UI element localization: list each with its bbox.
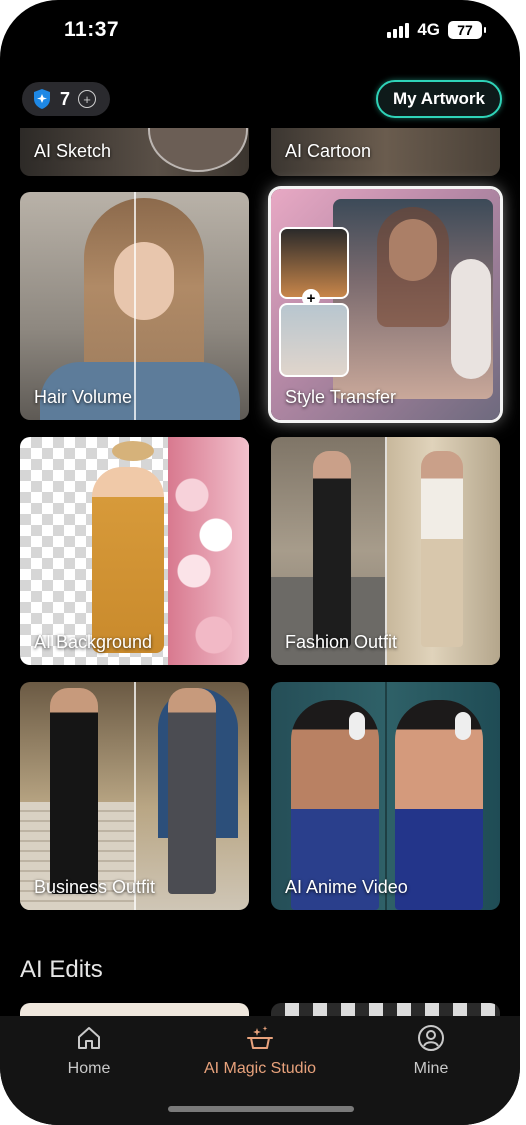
card-label: Business Outfit (34, 877, 156, 897)
section-title-ai-edits: AI Edits (20, 956, 103, 983)
credits-pill[interactable]: 7 + (22, 82, 110, 116)
credit-count: 7 (60, 88, 71, 109)
network-type: 4G (417, 20, 440, 39)
shield-icon (34, 89, 50, 109)
add-credits-icon[interactable]: + (78, 90, 97, 108)
tab-mine[interactable]: Mine (361, 1024, 501, 1078)
compare-divider (134, 682, 136, 910)
tab-mine-label: Mine (413, 1060, 449, 1077)
card-label: Style Transfer (285, 387, 397, 407)
compare-divider (385, 437, 387, 665)
card-fashion-outfit[interactable]: Fashion Outfit (271, 437, 500, 665)
card-ai-sketch[interactable]: AI Sketch (20, 128, 249, 176)
card-ai-anime-video[interactable]: AI Anime Video (271, 682, 500, 910)
black-outfit-figure (313, 451, 351, 647)
result-hair (377, 207, 449, 327)
card-ai-cartoon[interactable]: AI Cartoon (271, 128, 500, 176)
tab-studio-label: AI Magic Studio (203, 1060, 317, 1077)
white-outfit-figure (421, 451, 463, 647)
tab-ai-magic-studio[interactable]: AI Magic Studio (190, 1024, 330, 1078)
status-time: 11:37 (64, 18, 120, 41)
tab-home[interactable]: Home (19, 1024, 159, 1078)
phone-screen: 11:37 4G 77 7 + My Artwork AI Sketch AI … (0, 0, 520, 1125)
home-icon (78, 1027, 100, 1049)
hat-shape (112, 441, 154, 461)
card-business-outfit[interactable]: Business Outfit (20, 682, 249, 910)
card-hair-volume[interactable]: Hair Volume (20, 192, 249, 420)
battery-level: 77 (457, 22, 473, 38)
balloons (172, 475, 232, 665)
card-label: AI Sketch (34, 141, 112, 161)
card-label: AI Cartoon (285, 141, 372, 161)
tab-home-label: Home (67, 1060, 111, 1077)
card-label: Fashion Outfit (285, 632, 398, 652)
magic-hat-icon (247, 1026, 273, 1049)
compare-divider (134, 192, 136, 420)
input-photo-bottom (279, 303, 349, 377)
profile-icon (418, 1025, 444, 1051)
face-shape (114, 242, 174, 320)
signal-icon (387, 22, 410, 38)
card-label: Hair Volume (34, 387, 133, 407)
headphones-icon (349, 712, 365, 740)
status-indicators: 4G 77 (387, 20, 486, 40)
sketch-thumb-circle (148, 128, 248, 172)
tuxedo-figure (50, 688, 98, 894)
compare-divider (385, 682, 387, 910)
grey-suit-figure (168, 688, 216, 894)
input-photo-top (279, 227, 349, 299)
card-ai-background[interactable]: AI Background (20, 437, 249, 665)
card-label: AI Background (34, 632, 153, 652)
my-artwork-button[interactable]: My Artwork (376, 80, 502, 118)
battery-icon: 77 (448, 21, 486, 39)
wing-shape (451, 259, 491, 379)
dress-figure (92, 467, 164, 653)
card-style-transfer[interactable]: + Style Transfer (271, 189, 500, 420)
card-label: AI Anime Video (285, 877, 408, 897)
headphones-icon-anime (455, 712, 471, 740)
home-indicator[interactable] (168, 1106, 354, 1112)
